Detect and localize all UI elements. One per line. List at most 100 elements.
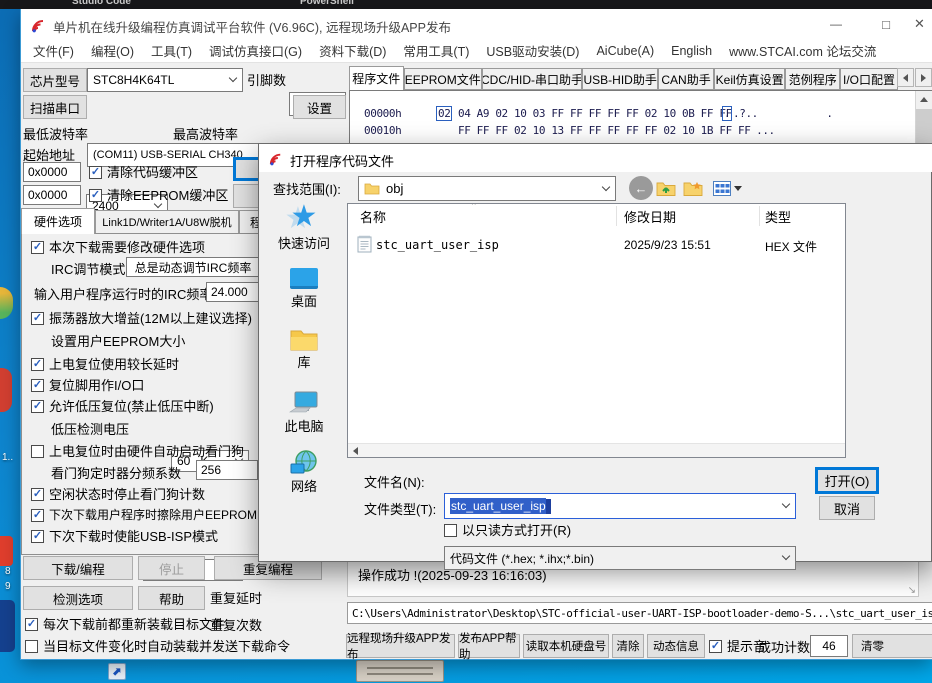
column-separator[interactable] <box>616 206 617 226</box>
chip-type-button[interactable]: 芯片型号 <box>23 68 87 92</box>
oscillator-gain-checkbox[interactable]: ✓ 振荡器放大增益(12M以上建议选择) <box>31 311 252 327</box>
up-folder-button[interactable] <box>654 176 678 200</box>
file-name-combo[interactable]: stc_uart_user_isp <box>444 493 796 519</box>
window-title: 单片机在线升级编程仿真调试平台软件 (V6.96C), 远程现场升级APP发布 <box>53 21 451 35</box>
desktop-icon-fragment[interactable] <box>0 287 13 319</box>
this-pc-icon <box>289 391 318 413</box>
back-button[interactable]: ← <box>629 176 653 200</box>
sidebar-item-libraries[interactable]: 库 <box>265 328 343 371</box>
open-readonly-checkbox[interactable]: 以只读方式打开(R) <box>444 523 571 539</box>
long-por-delay-checkbox[interactable]: ✓ 上电复位使用较长延时 <box>31 357 179 373</box>
view-menu-button[interactable] <box>709 176 745 200</box>
menu-item-program[interactable]: 编程(O) <box>91 41 134 60</box>
modify-hw-options-checkbox[interactable]: ✓ 本次下载需要修改硬件选项 <box>31 240 205 256</box>
view-grid-icon <box>712 180 731 196</box>
sidebar-item-desktop[interactable]: 桌面 <box>265 268 343 310</box>
clear-code-buffer-checkbox[interactable]: ✓ 清除代码缓冲区 <box>89 165 198 181</box>
hw-watchdog-checkbox[interactable]: 上电复位时由硬件自动启动看门狗 <box>31 444 244 460</box>
column-header-date[interactable]: 修改日期 <box>624 210 676 226</box>
wdt-prescaler-field[interactable]: 256 <box>196 460 258 480</box>
menu-item-usb-driver[interactable]: USB驱动安装(D) <box>486 41 579 60</box>
close-button[interactable]: ✕ <box>906 9 932 39</box>
minimize-button[interactable]: — <box>816 9 856 39</box>
port-settings-button[interactable]: 设置 <box>293 95 346 119</box>
hex-ascii: .?.. . <box>733 107 833 120</box>
publish-app-help-button[interactable]: 发布APP帮助 <box>458 633 520 661</box>
tab-offline-writer[interactable]: Link1D/Writer1A/U8W脱机 <box>95 210 239 234</box>
chevron-down-icon <box>781 551 791 561</box>
tab-scroll-left-button[interactable] <box>897 68 914 87</box>
desktop-shortcut-icon[interactable]: ⬈ <box>108 663 126 680</box>
tab-hardware-options[interactable]: 硬件选项 <box>21 208 95 234</box>
tab-program-file[interactable]: 程序文件 <box>349 66 404 90</box>
file-row-date[interactable]: 2025/9/23 15:51 <box>624 238 711 252</box>
repeat-delay-label: 重复延时 <box>210 591 263 606</box>
sidebar-item-network[interactable]: 网络 <box>265 450 343 495</box>
check-options-button[interactable]: 检测选项 <box>23 586 133 610</box>
serial-port-value: (COM11) USB-SERIAL CH340 <box>93 149 243 161</box>
dynamic-info-button[interactable]: 动态信息 <box>647 634 705 658</box>
column-header-name[interactable]: 名称 <box>360 210 386 226</box>
menu-item-downloads[interactable]: 资料下载(D) <box>319 41 386 60</box>
dialog-cancel-button[interactable]: 取消 <box>819 496 875 520</box>
checkbox-checked-icon: ✓ <box>89 166 102 180</box>
download-program-button[interactable]: 下载/编程 <box>23 556 133 580</box>
file-row-type[interactable]: HEX 文件 <box>765 238 817 255</box>
column-header-type[interactable]: 类型 <box>765 210 791 226</box>
tab-keil-sim[interactable]: Keil仿真设置 <box>713 68 786 90</box>
tab-io-config[interactable]: I/O口配置 <box>840 68 898 90</box>
remote-upgrade-publish-button[interactable]: 远程现场升级APP发布 <box>346 633 455 661</box>
menu-item-file[interactable]: 文件(F) <box>33 41 74 60</box>
tab-eeprom-file[interactable]: EEPROM文件 <box>403 68 482 90</box>
reload-before-download-checkbox[interactable]: ✓ 每次下载前都重新装载目标文件 <box>25 617 225 633</box>
menu-item-tools[interactable]: 工具(T) <box>151 41 192 60</box>
scroll-left-button[interactable] <box>348 443 362 457</box>
desktop-notepad-icon[interactable] <box>356 660 444 682</box>
stop-button[interactable]: 停止 <box>138 556 205 580</box>
clear-button[interactable]: 清除 <box>612 634 644 658</box>
tab-scroll-right-button[interactable] <box>915 68 932 87</box>
code-start-address-input[interactable]: 0x0000 <box>23 162 81 182</box>
dialog-open-button[interactable]: 打开(O) <box>815 467 879 494</box>
eeprom-start-address-input[interactable]: 0x0000 <box>23 185 81 205</box>
sidebar-item-label: 库 <box>297 355 311 370</box>
tab-examples[interactable]: 范例程序 <box>785 68 841 90</box>
desktop-icon-fragment[interactable] <box>0 600 15 652</box>
menu-item-debug-interface[interactable]: 调试仿真接口(G) <box>209 41 302 60</box>
file-type-combo[interactable]: 代码文件 (*.hex; *.ihx;*.bin) <box>444 546 796 570</box>
idle-stop-wdt-checkbox[interactable]: ✓ 空闲状态时停止看门狗计数 <box>31 487 205 503</box>
usb-isp-next-checkbox[interactable]: ✓ 下次下载时使能USB-ISP模式 <box>31 529 218 545</box>
look-in-combo[interactable]: obj <box>358 176 616 201</box>
file-row-name[interactable]: stc_uart_user_isp <box>376 238 499 252</box>
erase-eeprom-next-checkbox[interactable]: ✓ 下次下载用户程序时擦除用户EEPROM区 <box>31 508 269 522</box>
sidebar-item-quick-access[interactable]: ★ 快速访问 <box>265 202 343 252</box>
column-separator[interactable] <box>845 206 846 226</box>
menu-item-common-tools[interactable]: 常用工具(T) <box>403 41 469 60</box>
reset-pin-io-checkbox[interactable]: ✓ 复位脚用作I/O口 <box>31 378 144 394</box>
menu-item-english[interactable]: English <box>671 44 712 58</box>
tab-cdc-hid-serial[interactable]: CDC/HID-串口助手 <box>481 68 583 90</box>
low-voltage-reset-checkbox[interactable]: ✓ 允许低压复位(禁止低压中断) <box>31 399 214 415</box>
desktop-icon-fragment[interactable] <box>0 368 12 412</box>
desktop-icon-fragment[interactable] <box>0 536 13 566</box>
scroll-up-button[interactable] <box>916 91 932 108</box>
lvd-voltage-label: 低压检测电压 <box>51 422 130 437</box>
file-list[interactable]: ⌃ 名称 修改日期 类型 stc_uart_user_isp 2025/9/23… <box>347 203 846 458</box>
tab-usb-hid[interactable]: USB-HID助手 <box>582 68 659 90</box>
menu-item-aicube[interactable]: AiCube(A) <box>596 44 654 58</box>
new-folder-button[interactable] <box>681 176 705 200</box>
reset-count-button[interactable]: 清零 <box>852 634 932 658</box>
auto-load-send-checkbox[interactable]: 当目标文件变化时自动装载并发送下载命令 <box>25 639 290 655</box>
help-button[interactable]: 帮助 <box>138 586 205 610</box>
menu-item-forum[interactable]: www.STCAI.com 论坛交流 <box>729 41 876 60</box>
irc-mode-field[interactable]: 总是动态调节IRC频率 <box>126 257 260 277</box>
column-separator[interactable] <box>759 206 760 226</box>
file-list-hscrollbar[interactable] <box>348 443 845 457</box>
tab-can[interactable]: CAN助手 <box>658 68 714 90</box>
maximize-button[interactable]: □ <box>866 9 906 39</box>
read-hdd-serial-button[interactable]: 读取本机硬盘号 <box>523 634 609 658</box>
sidebar-item-this-pc[interactable]: 此电脑 <box>265 391 343 435</box>
clear-eeprom-buffer-checkbox[interactable]: ✓ 清除EEPROM缓冲区 <box>89 188 228 204</box>
chip-type-combo[interactable]: STC8H4K64TL <box>87 68 243 92</box>
scan-port-button[interactable]: 扫描串口 <box>23 95 87 119</box>
